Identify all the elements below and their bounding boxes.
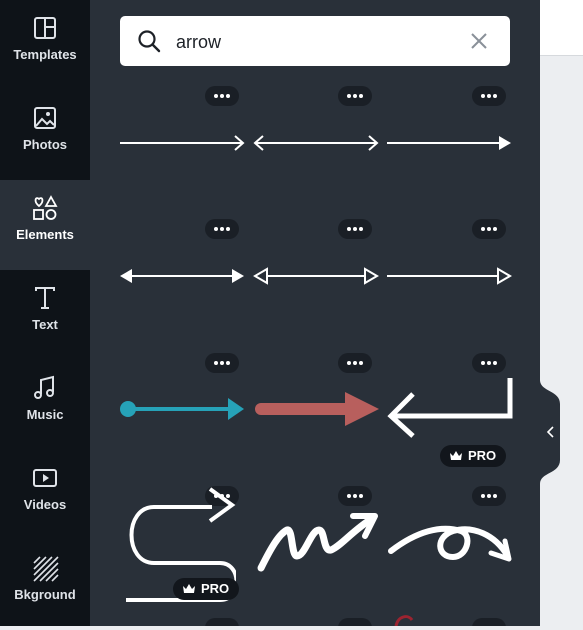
more-options-button[interactable] xyxy=(205,353,239,373)
thin-arrow-right[interactable] xyxy=(120,133,246,153)
more-options-button[interactable] xyxy=(338,618,372,626)
nav-label-background: Bkground xyxy=(14,587,76,602)
solid-arrow-right[interactable] xyxy=(387,133,513,153)
more-options-button[interactable] xyxy=(205,618,239,626)
nav-label-videos: Videos xyxy=(23,497,67,512)
canvas-area xyxy=(540,0,583,626)
background-icon xyxy=(33,556,59,582)
photos-icon xyxy=(34,107,56,129)
search-input[interactable] xyxy=(174,28,448,56)
more-options-button[interactable] xyxy=(472,486,506,506)
more-options-button[interactable] xyxy=(472,86,506,106)
double-arrow-outline-heads[interactable] xyxy=(253,266,379,286)
nav-music[interactable]: Music xyxy=(0,360,90,450)
red-thick-arrow[interactable] xyxy=(253,390,379,428)
search-bar xyxy=(120,16,510,66)
loop-scribble-arrow[interactable] xyxy=(387,515,513,569)
elements-panel: PRO PRO xyxy=(90,0,540,626)
nav-label-templates: Templates xyxy=(13,47,77,62)
elements-icon xyxy=(33,195,58,220)
nav-label-music: Music xyxy=(26,407,64,422)
pro-label: PRO xyxy=(468,448,497,463)
nav-videos[interactable]: Videos xyxy=(0,450,90,540)
more-options-button[interactable] xyxy=(205,86,239,106)
text-icon xyxy=(35,287,55,309)
top-bar xyxy=(540,0,583,56)
more-options-button[interactable] xyxy=(472,618,506,626)
nav-label-photos: Photos xyxy=(22,137,68,152)
more-options-button[interactable] xyxy=(205,219,239,239)
nav-templates[interactable]: Templates xyxy=(0,0,90,90)
teal-dot-arrow[interactable] xyxy=(120,394,246,424)
side-nav: Templates Photos Elements Text Music Vid… xyxy=(0,0,90,626)
templates-icon xyxy=(34,17,56,39)
more-options-button[interactable] xyxy=(338,86,372,106)
pro-badge: PRO xyxy=(440,445,506,467)
close-icon[interactable] xyxy=(470,32,488,50)
more-options-button[interactable] xyxy=(472,219,506,239)
arrow-outline-head[interactable] xyxy=(387,266,513,286)
partial-element[interactable] xyxy=(390,612,430,626)
nav-label-elements: Elements xyxy=(16,227,74,242)
crown-icon xyxy=(183,584,195,593)
search-icon xyxy=(138,30,161,53)
more-options-button[interactable] xyxy=(338,353,372,373)
nav-text[interactable]: Text xyxy=(0,270,90,360)
nav-photos[interactable]: Photos xyxy=(0,90,90,180)
nav-elements[interactable]: Elements xyxy=(0,180,90,270)
double-arrow-bold-heads[interactable] xyxy=(120,266,246,286)
pro-label: PRO xyxy=(201,581,230,596)
nav-label-text: Text xyxy=(32,317,58,332)
crown-icon xyxy=(450,451,462,460)
nav-background[interactable]: Bkground xyxy=(0,540,90,630)
more-options-button[interactable] xyxy=(338,486,372,506)
zigzag-scribble-arrow[interactable] xyxy=(253,508,379,574)
collapse-panel-button[interactable] xyxy=(540,380,560,484)
more-options-button[interactable] xyxy=(472,353,506,373)
music-icon xyxy=(34,375,54,399)
more-options-button[interactable] xyxy=(338,219,372,239)
thin-arrow-double[interactable] xyxy=(253,133,379,153)
videos-icon xyxy=(33,469,57,487)
return-arrow[interactable] xyxy=(387,378,513,440)
pro-badge: PRO xyxy=(173,578,239,600)
